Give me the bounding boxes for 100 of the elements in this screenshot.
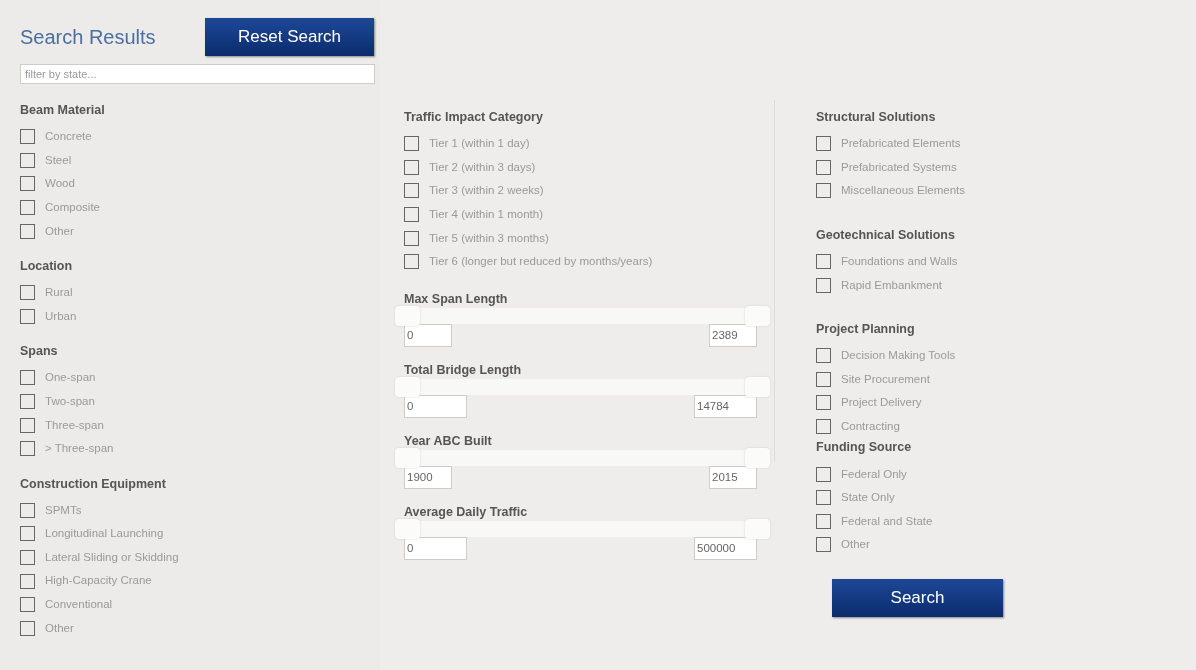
option-label: Tier 4 (within 1 month) — [429, 206, 543, 222]
section-heading: Spans — [20, 343, 59, 361]
slider-heading: Year ABC Built — [403, 432, 493, 450]
option-label: Decision Making Tools — [841, 348, 956, 364]
checkbox[interactable] — [20, 550, 35, 565]
checkbox[interactable] — [20, 223, 35, 239]
maximum-field[interactable]: 14784 — [694, 394, 757, 418]
slider-handle[interactable] — [395, 447, 420, 468]
checkbox[interactable] — [404, 136, 419, 152]
slider-handle[interactable] — [745, 447, 770, 468]
option-label: Rapid Embankment — [841, 277, 942, 293]
option-label: Tier 6 (longer but reduced by months/years) — [429, 254, 653, 270]
checkbox[interactable] — [20, 285, 35, 301]
checkbox[interactable] — [816, 513, 831, 529]
checkbox[interactable] — [20, 502, 35, 518]
checkbox[interactable] — [816, 419, 831, 435]
option-label: Composite — [45, 199, 100, 215]
option-label: Conventional — [45, 597, 113, 613]
checkbox[interactable] — [404, 207, 419, 223]
option-label: Tier 2 (within 3 days) — [429, 159, 536, 175]
slider-handle[interactable] — [395, 305, 420, 326]
checkbox[interactable] — [816, 537, 831, 553]
option-label: Tier 5 (within 3 months) — [429, 230, 549, 246]
checkbox[interactable] — [20, 597, 35, 613]
option-label: Steel — [45, 152, 72, 168]
checkbox[interactable] — [20, 370, 35, 386]
checkbox[interactable] — [816, 183, 831, 199]
minimum-field[interactable]: 0 — [404, 323, 452, 347]
option-label: Urban — [45, 308, 77, 324]
slider-heading: Total Bridge Length — [403, 361, 523, 379]
option-label: Prefabricated Systems — [841, 159, 957, 175]
option-label: Foundations and Walls — [841, 253, 958, 269]
checkbox[interactable] — [20, 441, 35, 457]
option-label: Lateral Sliding or Skidding — [45, 549, 179, 565]
checkbox[interactable] — [816, 254, 831, 270]
option-label: Project Delivery — [841, 395, 922, 411]
checkbox[interactable] — [20, 417, 35, 433]
checkbox[interactable] — [404, 159, 419, 175]
checkbox[interactable] — [20, 573, 35, 589]
maximum-field[interactable]: 500000 — [694, 536, 757, 560]
slider-heading: Max Span Length — [403, 290, 509, 308]
slider-handle[interactable] — [745, 376, 770, 397]
option-label: Two-span — [45, 393, 95, 409]
checkbox[interactable] — [816, 348, 831, 364]
option-label: State Only — [841, 490, 895, 506]
range-slider[interactable] — [395, 378, 770, 395]
section-heading: Location — [20, 257, 74, 275]
slider-handle[interactable] — [745, 518, 770, 539]
minimum-field[interactable]: 0 — [404, 536, 467, 560]
checkbox[interactable] — [20, 129, 35, 145]
minimum-field[interactable]: 1900 — [404, 465, 452, 489]
checkbox[interactable] — [816, 159, 831, 175]
option-label: Tier 3 (within 2 weeks) — [429, 183, 544, 199]
checkbox[interactable] — [20, 200, 35, 216]
minimum-field[interactable]: 0 — [404, 394, 467, 418]
section-heading: Construction Equipment — [20, 475, 167, 493]
option-label: One-span — [45, 370, 96, 386]
range-slider[interactable] — [395, 307, 770, 324]
checkbox[interactable] — [816, 466, 831, 482]
checkbox[interactable] — [20, 394, 35, 410]
checkbox[interactable] — [816, 136, 831, 152]
section-heading: Traffic Impact Category — [404, 109, 544, 126]
slider-handle[interactable] — [395, 376, 420, 397]
checkbox[interactable] — [20, 526, 35, 542]
maximum-field[interactable]: 2015 — [709, 465, 757, 489]
range-slider[interactable] — [395, 520, 770, 537]
slider-handle[interactable] — [395, 518, 420, 539]
maximum-field[interactable]: 2389 — [709, 323, 757, 347]
slider-handle[interactable] — [745, 305, 770, 326]
reset-search-button[interactable]: Reset Search — [205, 18, 374, 56]
option-label: Rural — [45, 285, 73, 301]
section-heading: Geotechnical Solutions — [816, 226, 956, 244]
option-label: SPMTs — [45, 502, 82, 518]
state-filter-field[interactable]: filter by state... — [20, 64, 375, 84]
section-heading: Beam Material — [20, 102, 106, 119]
option-label: Prefabricated Elements — [841, 136, 961, 152]
option-label: Miscellaneous Elements — [841, 183, 965, 199]
checkbox[interactable] — [20, 620, 35, 636]
option-label: Site Procurement — [841, 371, 930, 387]
option-label: Federal Only — [841, 466, 907, 482]
checkbox[interactable] — [20, 308, 35, 324]
checkbox[interactable] — [20, 176, 35, 192]
checkbox[interactable] — [816, 371, 831, 387]
option-label: High-Capacity Crane — [45, 573, 152, 589]
option-label: Wood — [45, 176, 75, 192]
option-label: Concrete — [45, 129, 92, 145]
checkbox[interactable] — [816, 395, 831, 411]
section-heading: Project Planning — [816, 320, 916, 338]
checkbox[interactable] — [404, 230, 419, 246]
option-label: Three-span — [45, 417, 104, 433]
checkbox[interactable] — [404, 254, 419, 270]
checkbox[interactable] — [816, 490, 831, 506]
option-label: Contracting — [841, 418, 900, 434]
search-button[interactable]: Search — [832, 578, 1003, 617]
section-heading: Structural Solutions — [816, 109, 937, 126]
page-title: Search Results — [20, 25, 157, 50]
checkbox[interactable] — [816, 277, 831, 293]
range-slider[interactable] — [395, 449, 770, 466]
checkbox[interactable] — [20, 152, 35, 168]
checkbox[interactable] — [404, 183, 419, 199]
